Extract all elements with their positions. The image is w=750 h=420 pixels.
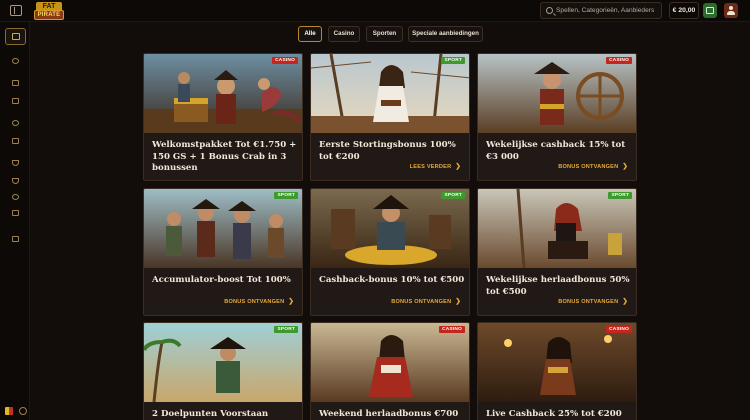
chevron-right-icon: ❯ xyxy=(455,298,461,305)
promo-title: Cashback-bonus 10% tot €500 xyxy=(319,275,465,285)
chevron-right-icon: ❯ xyxy=(288,298,294,305)
user-icon-body xyxy=(727,11,735,15)
promo-card[interactable]: CASINO Welkomstpakket Tot €1.750 + 150 G… xyxy=(143,53,303,181)
promo-card[interactable]: CASINO Weekend herlaadbonus €700 + xyxy=(310,322,470,420)
slot-machine-icon xyxy=(12,33,20,40)
category-badge: SPORT xyxy=(441,57,465,64)
sidebar-item-treasure[interactable] xyxy=(10,208,21,218)
wallet-icon xyxy=(706,7,714,14)
category-badge: CASINO xyxy=(606,326,632,333)
tab-casino[interactable]: Casino xyxy=(328,26,360,42)
sidebar-item-slots[interactable] xyxy=(5,28,26,45)
read-more-link[interactable]: LEES VERDER ❯ xyxy=(410,162,461,170)
tab-alle[interactable]: Alle xyxy=(298,26,322,42)
promo-image-pirate-crew xyxy=(144,54,302,133)
claim-bonus-link[interactable]: BONUS ONTVANGEN ❯ xyxy=(224,297,294,305)
cta-label: BONUS ONTVANGEN xyxy=(224,299,285,305)
cta-label: BONUS ONTVANGEN xyxy=(558,299,619,305)
promo-card[interactable]: CASINO Wekelijkse cashback 15% tot €3 00… xyxy=(477,53,637,181)
promo-title: Wekelijkse herlaadbonus 50% tot €500 xyxy=(486,275,630,297)
gear-icon[interactable] xyxy=(19,407,27,415)
cta-label: BONUS ONTVANGEN xyxy=(391,299,452,305)
sidebar-item-wheel[interactable] xyxy=(10,192,21,202)
search-input[interactable] xyxy=(556,4,660,17)
ship-wheel-icon xyxy=(12,58,19,64)
promo-title: 2 Doelpunten Voorstaan Vroege xyxy=(152,409,269,419)
promo-title: Eerste Stortingsbonus 100% tot €200 xyxy=(319,140,456,162)
tab-speciale-aanbiedingen[interactable]: Speciale aanbiedingen xyxy=(408,26,483,42)
sidebar xyxy=(0,22,30,420)
category-badge: CASINO xyxy=(439,326,465,333)
promo-card[interactable]: SPORT Eerste Stortingsbonus 100% tot €20… xyxy=(310,53,470,181)
tab-sporten[interactable]: Sporten xyxy=(366,26,403,42)
promo-image-pirate-woman-deck xyxy=(478,189,636,268)
cards-icon xyxy=(12,98,19,104)
chevron-right-icon: ❯ xyxy=(622,298,628,305)
promo-card[interactable]: CASINO Live Cashback 25% tot €200 xyxy=(477,322,637,420)
top-bar: FAT PIRATE € 20,00 xyxy=(0,0,750,22)
claim-bonus-link[interactable]: BONUS ONTVANGEN ❯ xyxy=(391,297,461,305)
crown-icon xyxy=(12,236,19,242)
sidebar-toggle-icon[interactable] xyxy=(10,5,22,16)
roulette-icon xyxy=(12,120,19,126)
logo-bottom-text: PIRATE xyxy=(34,10,64,20)
cup-icon xyxy=(12,178,19,184)
wheel-icon xyxy=(12,194,19,200)
category-badge: SPORT xyxy=(274,192,298,199)
table-games-icon xyxy=(12,138,19,144)
claim-bonus-link[interactable]: BONUS ONTVANGEN ❯ xyxy=(558,162,628,170)
sidebar-item-adventure[interactable] xyxy=(10,56,21,66)
search-icon xyxy=(546,7,553,14)
cta-label: LEES VERDER xyxy=(409,164,452,170)
flag-icon[interactable] xyxy=(5,407,13,415)
chevron-right-icon: ❯ xyxy=(455,163,461,170)
search-box[interactable] xyxy=(540,2,662,19)
sidebar-item-roulette[interactable] xyxy=(10,118,21,128)
logo[interactable]: FAT PIRATE xyxy=(34,2,64,20)
dice-icon xyxy=(12,80,19,86)
user-icon xyxy=(729,6,733,10)
promo-image-pirate-woman-ship xyxy=(311,54,469,133)
category-badge: CASINO xyxy=(606,57,632,64)
promo-title: Wekelijkse cashback 15% tot €3 000 xyxy=(486,140,626,162)
promo-card[interactable]: SPORT Wekelijkse herlaadbonus 50% tot €5… xyxy=(477,188,637,316)
balance-display[interactable]: € 20,00 xyxy=(669,2,699,19)
promo-card[interactable]: SPORT Accumulator-boost Tot 100% BONUS O… xyxy=(143,188,303,316)
sidebar-item-cup[interactable] xyxy=(10,176,21,186)
promo-image-pirate-captain-wheel xyxy=(478,54,636,133)
sidebar-item-trophy[interactable] xyxy=(10,158,21,168)
sidebar-item-dice[interactable] xyxy=(10,78,21,88)
claim-bonus-link[interactable]: BONUS ONTVANGEN ❯ xyxy=(558,297,628,305)
chevron-right-icon: ❯ xyxy=(622,163,628,170)
promo-image-pirate-treasure xyxy=(311,189,469,268)
sidebar-item-cards[interactable] xyxy=(10,96,21,106)
user-button[interactable] xyxy=(724,3,738,18)
promo-card[interactable]: SPORT Cashback-bonus 10% tot €500 BONUS … xyxy=(310,188,470,316)
trophy-icon xyxy=(12,160,19,166)
promo-image-pirate-woman-tavern xyxy=(478,323,636,402)
cta-label: BONUS ONTVANGEN xyxy=(558,164,619,170)
promo-title: Accumulator-boost Tot 100% xyxy=(152,275,291,285)
wallet-button[interactable] xyxy=(703,3,717,18)
promo-image-pirate-woman-red xyxy=(311,323,469,402)
category-badge: SPORT xyxy=(608,192,632,199)
promo-card[interactable]: SPORT 2 Doelpunten Voorstaan Vroege xyxy=(143,322,303,420)
promo-title: Welkomstpakket Tot €1.750 + 150 GS + 1 B… xyxy=(152,140,297,173)
category-badge: SPORT xyxy=(441,192,465,199)
category-badge: CASINO xyxy=(272,57,298,64)
promo-image-pirate-beach xyxy=(144,323,302,402)
sidebar-item-vip[interactable] xyxy=(10,234,21,244)
promo-image-pirate-group xyxy=(144,189,302,268)
sidebar-item-table-games[interactable] xyxy=(10,136,21,146)
promo-title: Live Cashback 25% tot €200 xyxy=(486,409,622,419)
treasure-chest-icon xyxy=(12,210,19,216)
category-badge: SPORT xyxy=(274,326,298,333)
promo-title: Weekend herlaadbonus €700 + xyxy=(319,409,459,419)
